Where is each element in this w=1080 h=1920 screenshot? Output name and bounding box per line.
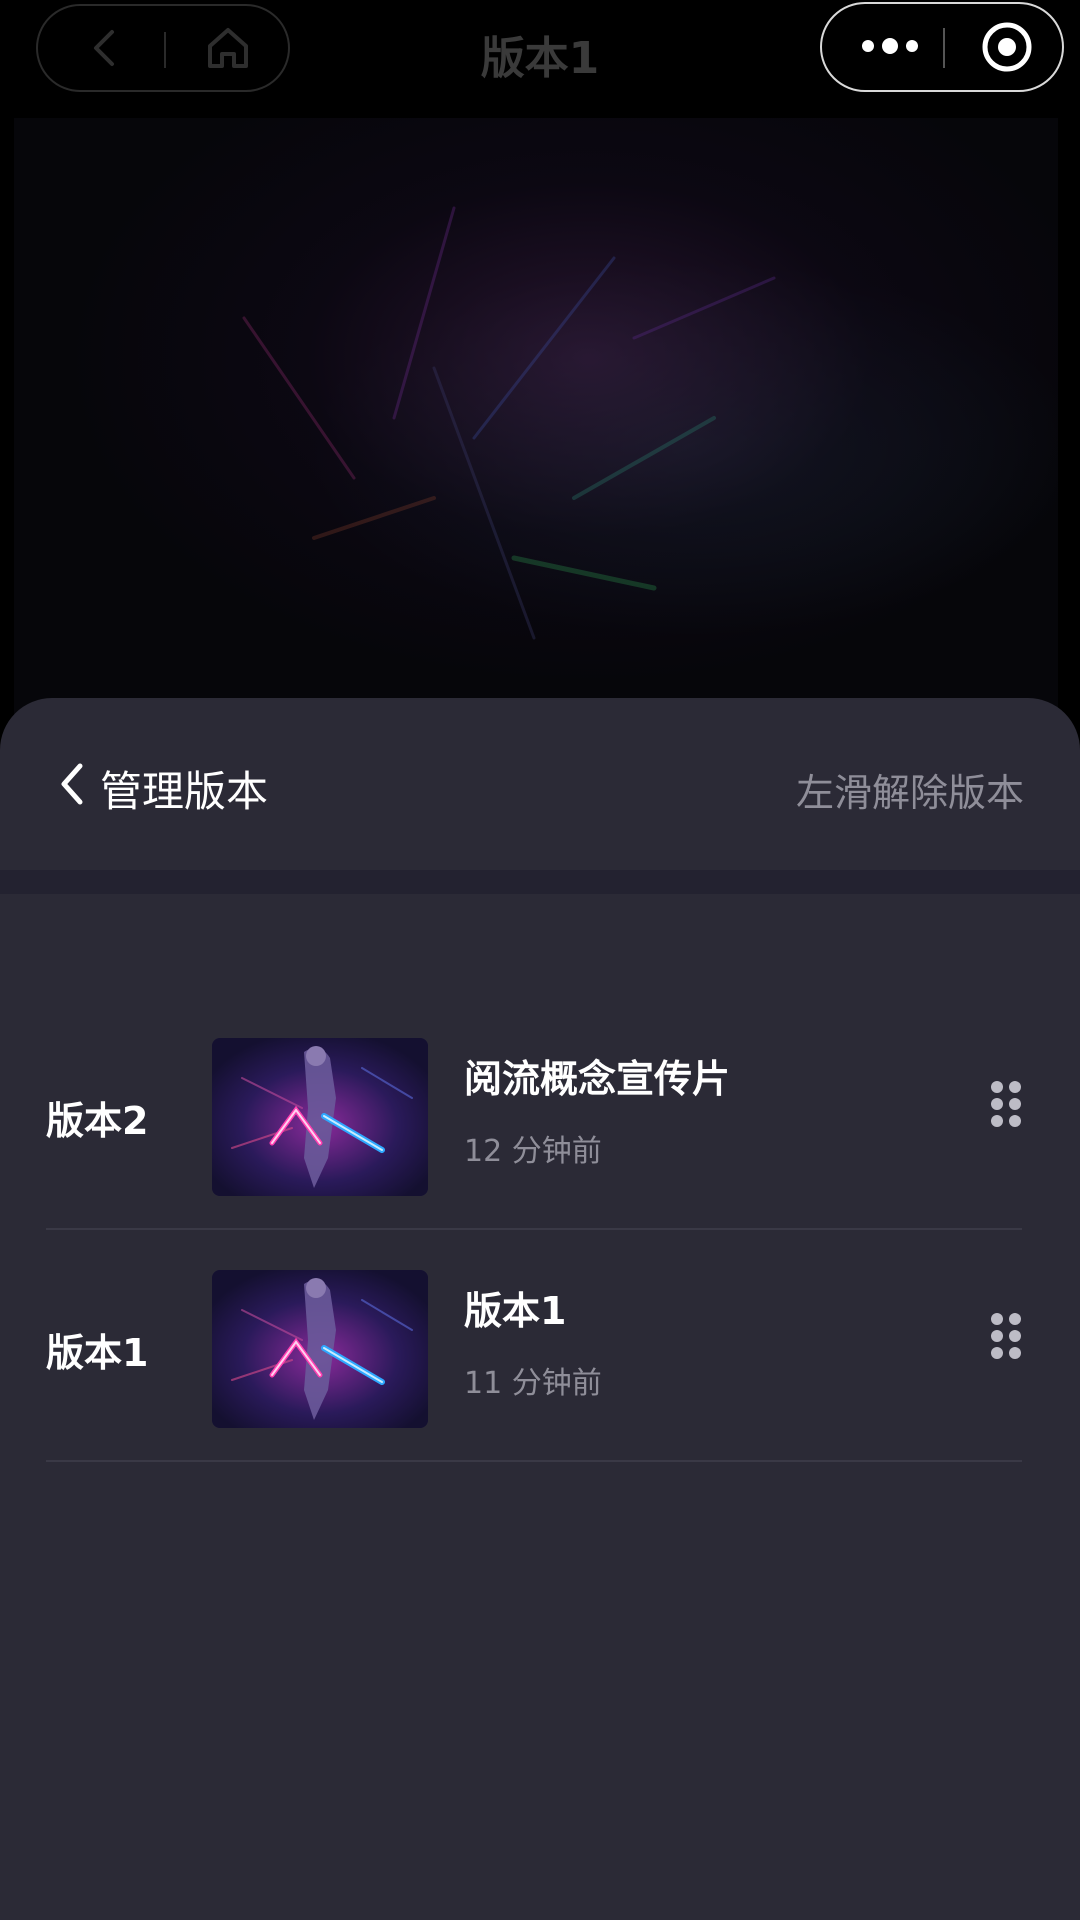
version-row[interactable]: 版本1 版本1 11 分钟前 bbox=[46, 1228, 1022, 1462]
version-row[interactable]: 版本2 阅流概念宣传片 12 分钟前 bbox=[46, 996, 1022, 1230]
drag-handle-icon[interactable] bbox=[990, 1080, 1022, 1128]
thumbnail-artwork bbox=[212, 1270, 428, 1428]
thumbnail-artwork bbox=[212, 1038, 428, 1196]
video-preview bbox=[14, 118, 1058, 718]
version-timestamp: 11 分钟前 bbox=[464, 1366, 602, 1401]
chevron-left-icon[interactable] bbox=[56, 760, 88, 808]
target-icon[interactable] bbox=[980, 20, 1034, 74]
version-title: 阅流概念宣传片 bbox=[464, 1057, 731, 1101]
swipe-hint: 左滑解除版本 bbox=[795, 771, 1024, 815]
version-label: 版本2 bbox=[46, 1099, 149, 1143]
version-thumbnail[interactable] bbox=[212, 1270, 428, 1428]
manage-versions-sheet: 管理版本 左滑解除版本 版本2 阅流概念宣传片 12 分钟前 版本1 版本1 1… bbox=[0, 698, 1080, 1920]
video-artwork bbox=[242, 206, 776, 640]
version-thumbnail[interactable] bbox=[212, 1038, 428, 1196]
version-timestamp: 12 分钟前 bbox=[464, 1134, 602, 1169]
header-divider bbox=[0, 870, 1080, 894]
drag-handle-icon[interactable] bbox=[990, 1312, 1022, 1360]
version-title: 版本1 bbox=[464, 1289, 567, 1333]
nav-capsule-right bbox=[820, 2, 1064, 92]
capsule-divider bbox=[943, 28, 945, 68]
top-nav-bar: 版本1 bbox=[0, 0, 1080, 100]
sheet-header: 管理版本 左滑解除版本 bbox=[0, 698, 1080, 870]
sheet-title[interactable]: 管理版本 bbox=[100, 758, 268, 819]
version-label: 版本1 bbox=[46, 1331, 149, 1375]
more-icon[interactable] bbox=[860, 34, 920, 58]
